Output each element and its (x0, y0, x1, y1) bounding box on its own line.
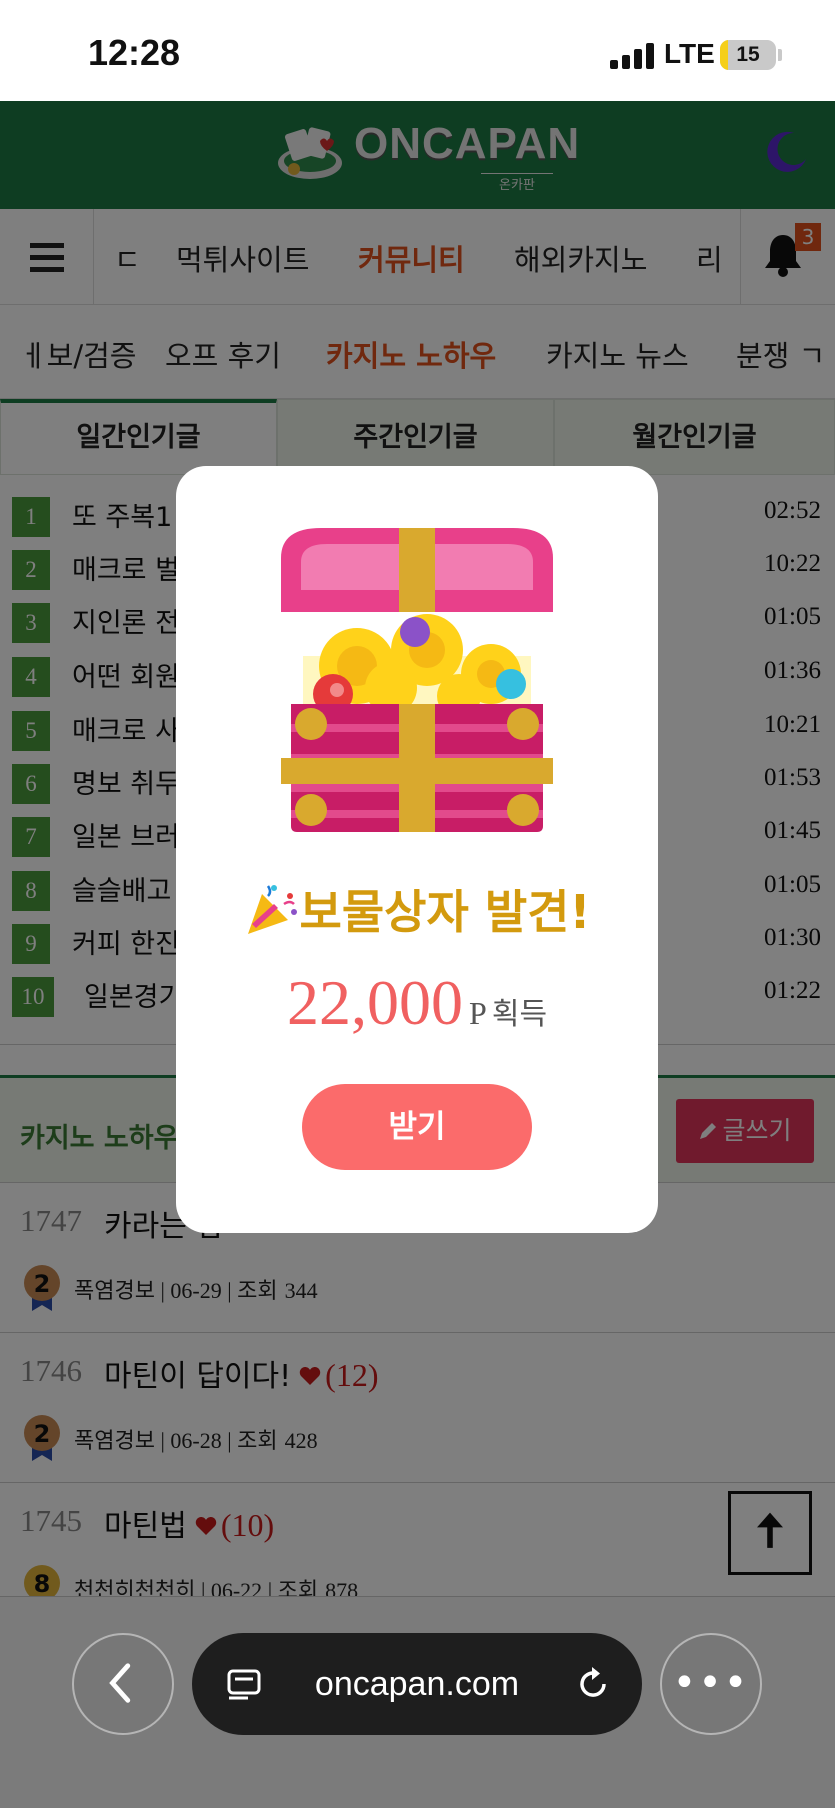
network-label: LTE (664, 38, 715, 69)
reward-unit: P (468, 995, 487, 1031)
address-bar[interactable]: oncapan.com (192, 1633, 642, 1735)
battery-label: 15 (736, 43, 760, 66)
treasure-modal: 보물상자 발견! 22,000 P 획득 받기 (176, 466, 658, 1233)
receive-button[interactable]: 받기 (302, 1084, 532, 1170)
battery-tip (778, 49, 782, 61)
more-button[interactable]: ••• (660, 1633, 762, 1735)
reward-amount: 22,000 (286, 967, 463, 1038)
more-icon: ••• (672, 1660, 750, 1706)
status-time: 12:28 (88, 32, 181, 73)
chevron-left-icon (109, 1663, 131, 1703)
reward-line: 22,000 P 획득 (176, 966, 658, 1040)
modal-title: 보물상자 발견! (176, 876, 658, 942)
battery-icon: 15 (720, 40, 776, 70)
party-popper-icon (247, 885, 297, 934)
reward-text: 획득 (491, 997, 548, 1032)
modal-title-text: 보물상자 발견! (299, 885, 591, 939)
reload-icon[interactable] (574, 1665, 612, 1703)
signal-icon (610, 43, 654, 69)
status-bar: 12:28 LTE 15 (0, 0, 835, 101)
back-button[interactable] (72, 1633, 174, 1735)
browser-toolbar: oncapan.com ••• (0, 1597, 835, 1808)
treasure-chest-icon (281, 528, 553, 832)
